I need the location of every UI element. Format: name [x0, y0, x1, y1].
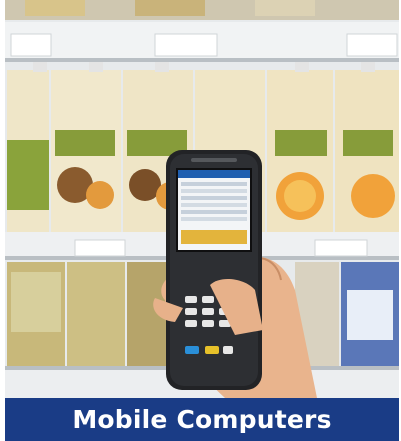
product-photo [5, 0, 399, 398]
product-category-card[interactable]: Mobile Computers [0, 0, 401, 441]
store-shelf-scene [5, 0, 399, 398]
category-title: Mobile Computers [72, 405, 332, 434]
scanner-device-icon [166, 150, 262, 390]
caption-bar: Mobile Computers [5, 398, 399, 441]
